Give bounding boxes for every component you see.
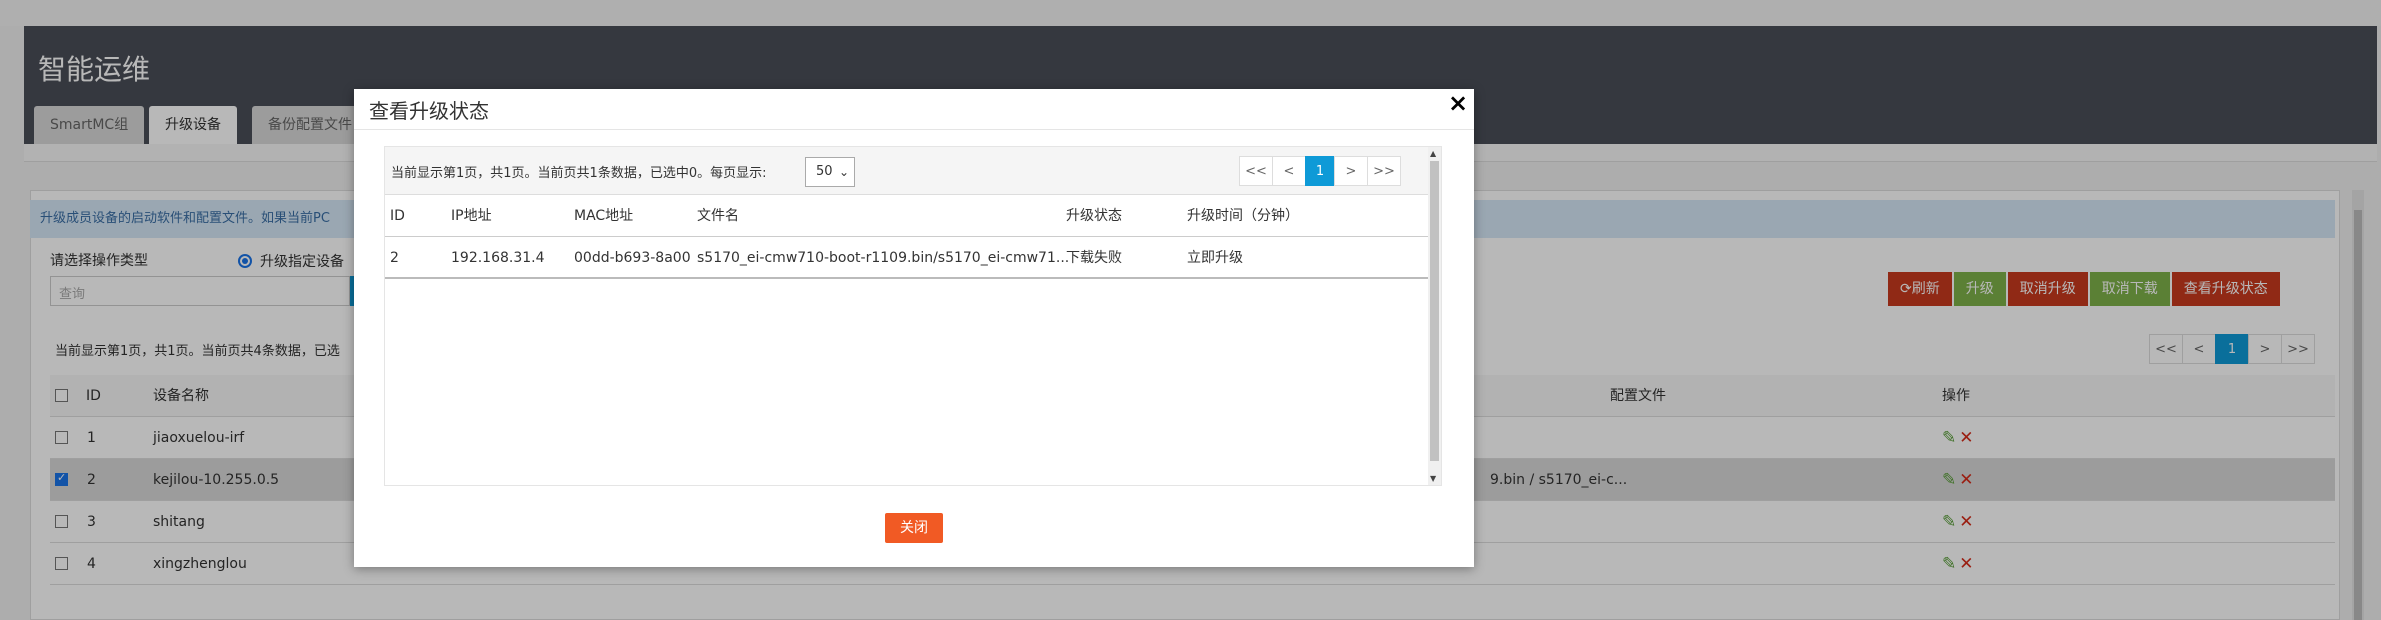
row-time: 立即升级 [1187,250,1243,266]
dialog-scrollbar[interactable]: ▲ ▼ [1428,147,1441,485]
pager-next[interactable]: > [1334,156,1368,186]
pager-prev[interactable]: < [1272,156,1306,186]
chevron-down-icon: ⌄ [838,165,849,179]
dialog-content: 当前显示第1页，共1页。当前页共1条数据，已选中0。每页显示: 50 ⌄ << … [384,146,1442,486]
dialog-list-info: 当前显示第1页，共1页。当前页共1条数据，已选中0。每页显示: [391,166,767,181]
scroll-up-icon[interactable]: ▲ [1430,149,1436,158]
row-status: 下载失败 [1066,250,1122,266]
dialog-pager: << < 1 > >> [1239,156,1401,186]
col-filename: 文件名 [697,208,739,224]
col-ip: IP地址 [451,208,492,224]
scroll-down-icon[interactable]: ▼ [1430,474,1436,483]
pager-current[interactable]: 1 [1305,156,1335,186]
close-button[interactable]: 关闭 [885,513,943,543]
row-filename: s5170_ei-cmw710-boot-r1109.bin/s5170_ei-… [697,250,1070,266]
dialog-table-header: ID IP地址 MAC地址 文件名 升级状态 升级时间（分钟） [385,195,1428,237]
dialog-divider [354,129,1474,130]
dialog-title: 查看升级状态 [369,99,489,123]
col-time: 升级时间（分钟） [1187,208,1299,224]
row-mac: 00dd-b693-8a00 [574,250,691,266]
dialog-close-icon[interactable]: × [1448,89,1468,117]
dialog-toolbar: 当前显示第1页，共1页。当前页共1条数据，已选中0。每页显示: 50 ⌄ << … [385,147,1428,195]
dialog-scrollbar-thumb[interactable] [1430,161,1439,461]
row-ip: 192.168.31.4 [451,250,545,266]
col-status: 升级状态 [1066,208,1122,224]
table-row[interactable]: 2 192.168.31.4 00dd-b693-8a00 s5170_ei-c… [385,237,1428,279]
pager-last[interactable]: >> [1367,156,1401,186]
page-size-select[interactable]: 50 ⌄ [805,157,855,187]
upgrade-status-dialog: 查看升级状态 × 当前显示第1页，共1页。当前页共1条数据，已选中0。每页显示:… [354,89,1474,567]
col-mac: MAC地址 [574,208,634,224]
page-size-value: 50 [816,164,833,179]
row-id: 2 [390,250,399,266]
pager-first[interactable]: << [1239,156,1273,186]
col-id: ID [390,208,405,224]
